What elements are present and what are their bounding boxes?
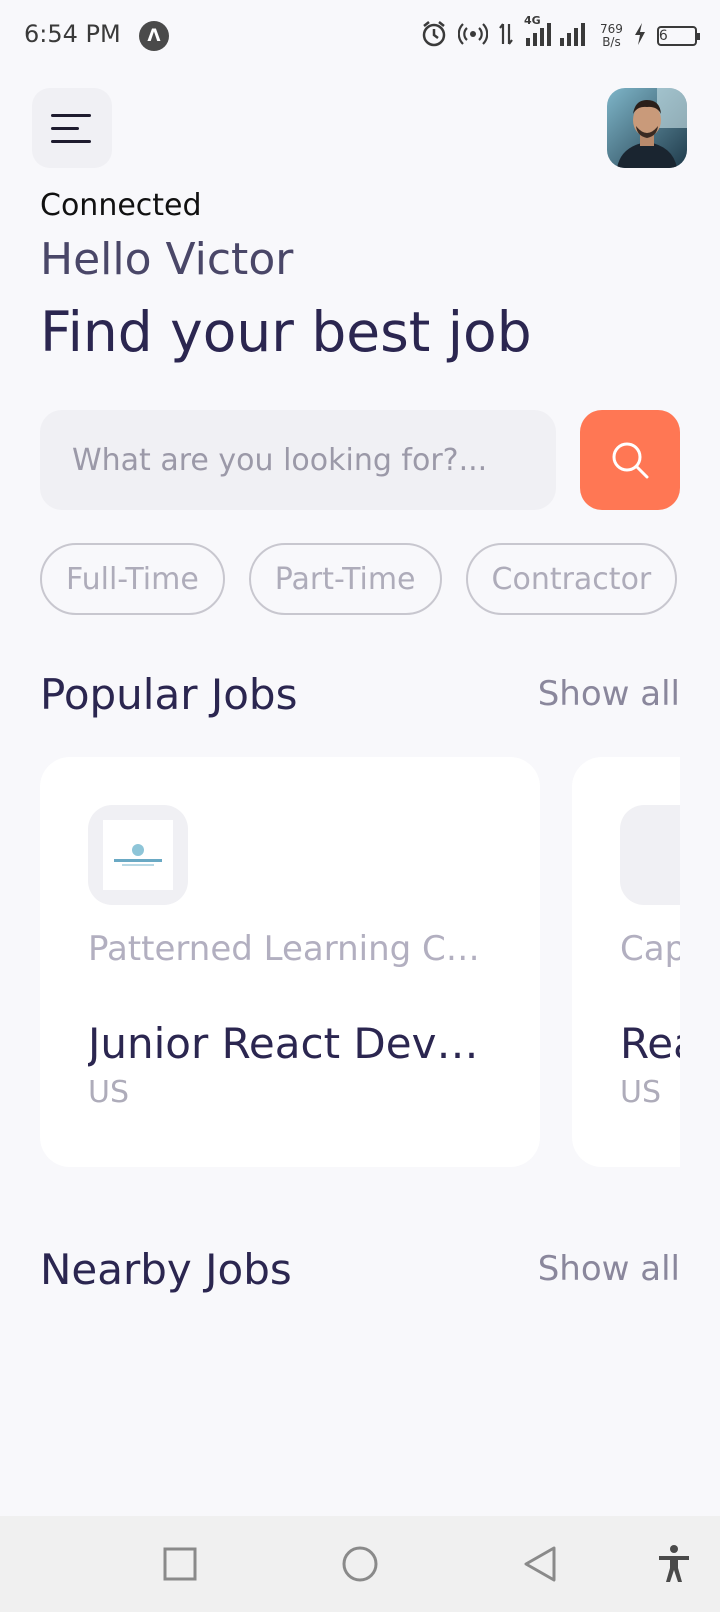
job-company-name: Patterned Learning Car... [88, 929, 498, 969]
search-icon [612, 442, 649, 479]
menu-icon-bar-middle [51, 126, 79, 130]
job-card[interactable]: Cap Rea US [572, 757, 680, 1167]
nearby-show-all-link[interactable]: Show all [538, 1249, 680, 1289]
job-location: US [88, 1075, 130, 1110]
menu-icon-bar-top [51, 113, 91, 117]
circle-icon [342, 1546, 378, 1582]
accessibility-icon [659, 1545, 689, 1582]
job-company-name: Cap [620, 929, 680, 969]
popular-jobs-carousel: Patterned Learning Car... Junior React D… [40, 757, 680, 1167]
menu-icon-bar-bottom [51, 139, 91, 143]
square-icon [163, 1547, 197, 1581]
back-button[interactable] [514, 1538, 566, 1590]
connection-status: Connected [40, 188, 202, 223]
alarm-icon [420, 20, 448, 52]
triangle-back-icon [524, 1546, 556, 1582]
job-card[interactable]: Patterned Learning Car... Junior React D… [40, 757, 540, 1167]
chip-contractor[interactable]: Contractor [465, 543, 678, 615]
status-time: 6:54 PM [24, 20, 121, 48]
job-title: Junior React Devel... [88, 1019, 498, 1068]
chip-full-time[interactable]: Full-Time [40, 543, 225, 615]
menu-button[interactable] [32, 88, 112, 168]
company-logo-container [88, 805, 188, 905]
search-button[interactable] [580, 410, 680, 510]
status-icons: 4G 769 B/s 6 [420, 14, 700, 54]
search-input[interactable] [40, 410, 556, 510]
page-headline: Find your best job [40, 300, 532, 364]
job-location: US [620, 1075, 662, 1110]
profile-avatar[interactable] [607, 88, 687, 168]
nearby-jobs-title: Nearby Jobs [40, 1245, 292, 1294]
greeting: Hello Victor [40, 234, 294, 285]
job-title: Rea [620, 1019, 680, 1068]
popular-show-all-link[interactable]: Show all [538, 674, 680, 714]
status-bar: 6:54 PM Λ 4G 769 B/s 6 [0, 0, 720, 74]
signal-icon: 4G [524, 14, 590, 52]
accessibility-button[interactable] [648, 1538, 700, 1590]
system-nav-bar [0, 1516, 720, 1612]
data-transfer-icon [498, 20, 514, 52]
job-type-filters: Full-Time Part-Time Contractor [40, 543, 680, 615]
company-logo-container [620, 805, 680, 905]
hotspot-icon [457, 20, 489, 52]
battery-icon: 6 [656, 26, 700, 46]
net-speed: 769 B/s [600, 22, 623, 49]
company-logo [103, 820, 173, 890]
app-notification-icon: Λ [139, 21, 169, 51]
charging-icon [633, 22, 647, 50]
recent-apps-button[interactable] [154, 1538, 206, 1590]
chip-part-time[interactable]: Part-Time [248, 543, 442, 615]
home-button[interactable] [334, 1538, 386, 1590]
popular-jobs-title: Popular Jobs [40, 670, 298, 719]
